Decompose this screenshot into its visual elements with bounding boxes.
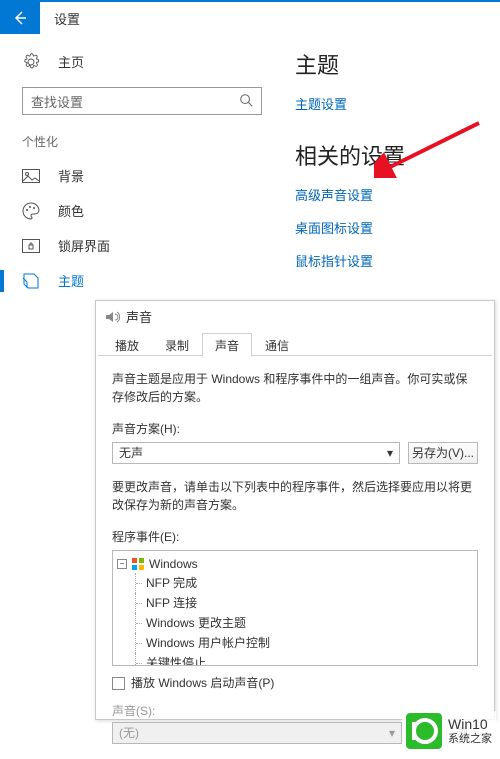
dialog-content: 声音主题是应用于 Windows 和程序事件中的一组声音。你可实或保存修改后的方… xyxy=(96,356,494,758)
event-item[interactable]: NFP 连接 xyxy=(135,593,473,613)
settings-body: 主页 查找设置 个性化 背景 颜色 锁屏界面 xyxy=(0,34,500,298)
home-nav[interactable]: 主页 xyxy=(22,44,275,79)
link-desktop-icons[interactable]: 桌面图标设置 xyxy=(295,218,500,237)
save-as-button[interactable]: 另存为(V)... xyxy=(408,442,478,464)
sound-dialog: 声音 播放 录制 声音 通信 声音主题是应用于 Windows 和程序事件中的一… xyxy=(95,300,495,720)
dialog-title-text: 声音 xyxy=(126,307,152,326)
window-title: 设置 xyxy=(54,9,80,28)
nav-label: 锁屏界面 xyxy=(58,236,110,255)
checkbox-icon[interactable] xyxy=(112,677,125,690)
watermark-site: 系统之家 xyxy=(448,733,492,745)
dialog-titlebar: 声音 xyxy=(96,301,494,332)
sidebar-item-lockscreen[interactable]: 锁屏界面 xyxy=(22,228,275,263)
settings-window: 设置 主页 查找设置 个性化 背景 颜色 xyxy=(0,0,500,282)
nav-label: 颜色 xyxy=(58,201,84,220)
arrow-left-icon xyxy=(12,10,28,26)
settings-header: 设置 xyxy=(0,2,500,34)
sound-description: 声音主题是应用于 Windows 和程序事件中的一组声音。你可实或保存修改后的方… xyxy=(112,370,478,406)
speaker-icon xyxy=(104,309,120,325)
tab-sounds[interactable]: 声音 xyxy=(202,333,252,357)
watermark-logo xyxy=(406,713,442,749)
events-label: 程序事件(E): xyxy=(112,528,478,546)
tree-collapse-icon[interactable]: − xyxy=(117,559,127,569)
link-mouse-pointer[interactable]: 鼠标指针设置 xyxy=(295,251,500,270)
search-placeholder: 查找设置 xyxy=(31,92,83,111)
search-input[interactable]: 查找设置 xyxy=(22,87,262,115)
tab-playback[interactable]: 播放 xyxy=(102,333,152,356)
nav-label: 背景 xyxy=(58,166,84,185)
watermark: Win10 系统之家 xyxy=(402,711,496,751)
tab-strip: 播放 录制 声音 通信 xyxy=(96,332,494,356)
scheme-value: 无声 xyxy=(119,444,143,462)
theme-icon xyxy=(22,272,40,290)
chevron-down-icon: ▾ xyxy=(389,724,395,742)
startup-sound-checkbox-row[interactable]: 播放 Windows 启动声音(P) xyxy=(112,674,478,692)
sidebar-item-colors[interactable]: 颜色 xyxy=(22,193,275,228)
tree-root-label: Windows xyxy=(149,555,198,573)
event-item[interactable]: NFP 完成 xyxy=(135,573,473,593)
nav-label: 主题 xyxy=(58,271,84,290)
image-icon xyxy=(22,167,40,185)
event-item[interactable]: Windows 更改主题 xyxy=(135,613,473,633)
search-icon xyxy=(239,93,253,110)
section-heading-themes: 主题 xyxy=(295,48,500,80)
startup-checkbox-label: 播放 Windows 启动声音(P) xyxy=(131,674,274,692)
gear-icon xyxy=(22,53,40,71)
windows-icon xyxy=(131,557,145,571)
events-listbox[interactable]: − Windows NFP 完成 NFP 连接 Windows 更改主题 Win… xyxy=(112,550,478,666)
watermark-text: Win10 系统之家 xyxy=(448,716,492,746)
scheme-dropdown[interactable]: 无声 ▾ xyxy=(112,442,400,464)
link-theme-settings[interactable]: 主题设置 xyxy=(295,94,500,113)
lock-icon xyxy=(22,237,40,255)
palette-icon xyxy=(22,202,40,220)
sidebar-item-background[interactable]: 背景 xyxy=(22,158,275,193)
category-label: 个性化 xyxy=(22,133,275,150)
change-description: 要更改声音，请单击以下列表中的程序事件，然后选择要应用以将更改保存为新的声音方案… xyxy=(112,478,478,514)
sound-file-value: (无) xyxy=(119,724,139,742)
tree-root[interactable]: − Windows xyxy=(117,555,473,573)
scheme-label: 声音方案(H): xyxy=(112,420,478,438)
chevron-down-icon: ▾ xyxy=(387,444,393,462)
home-label: 主页 xyxy=(58,52,84,71)
tab-recording[interactable]: 录制 xyxy=(152,333,202,356)
event-item[interactable]: 关键性停止 xyxy=(135,653,473,666)
section-heading-related: 相关的设置 xyxy=(295,139,500,171)
event-item[interactable]: Windows 用户帐户控制 xyxy=(135,633,473,653)
link-advanced-sound[interactable]: 高级声音设置 xyxy=(295,185,500,204)
back-button[interactable] xyxy=(0,2,40,34)
settings-content: 主题 主题设置 相关的设置 高级声音设置 桌面图标设置 鼠标指针设置 xyxy=(275,44,500,298)
watermark-brand: Win10 xyxy=(448,716,492,733)
settings-sidebar: 主页 查找设置 个性化 背景 颜色 锁屏界面 xyxy=(0,44,275,298)
sound-file-dropdown: (无) ▾ xyxy=(112,722,402,744)
tab-communications[interactable]: 通信 xyxy=(252,333,302,356)
tree-children: NFP 完成 NFP 连接 Windows 更改主题 Windows 用户帐户控… xyxy=(135,573,473,666)
sidebar-item-themes[interactable]: 主题 xyxy=(22,263,275,298)
